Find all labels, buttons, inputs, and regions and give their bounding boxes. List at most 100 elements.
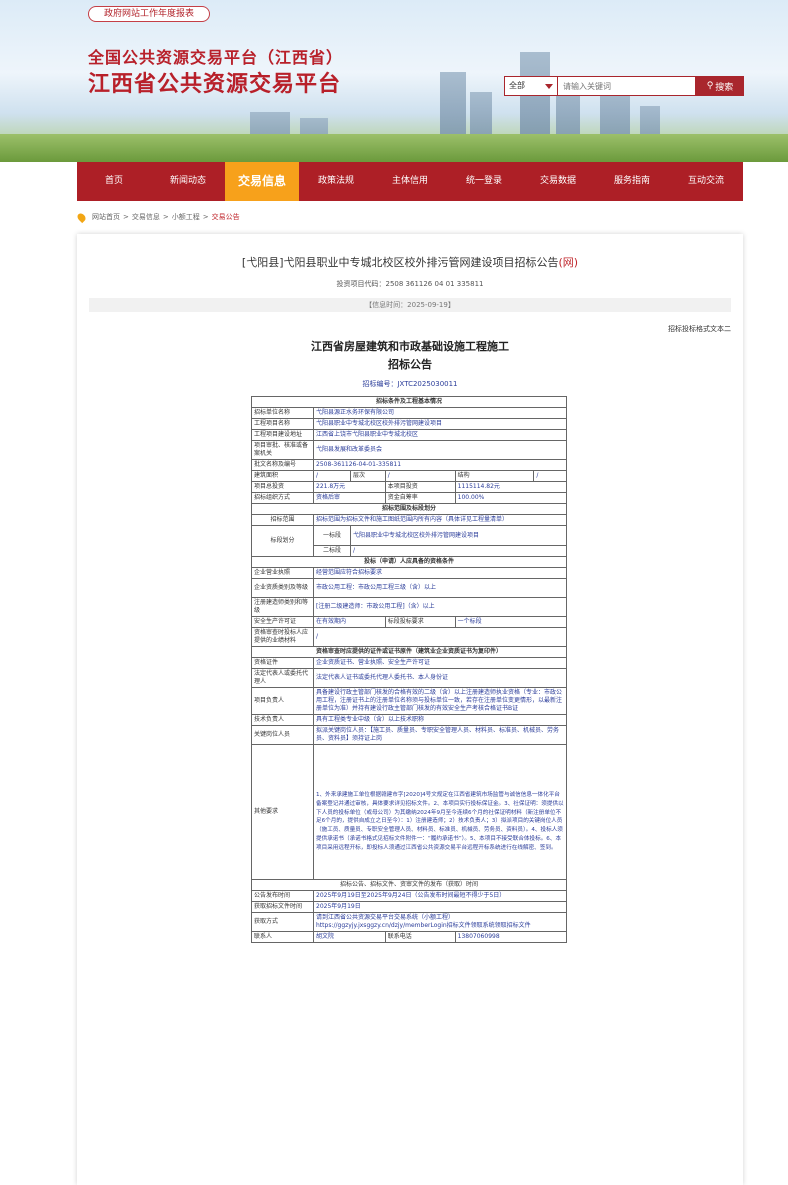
search-bar: 全部 ⚲搜索 xyxy=(504,76,744,96)
cell-label: 招标单位名称 xyxy=(251,407,314,419)
cell-value: 弋阳县职业中专城北校区校外排污管网建设项目 xyxy=(313,418,567,430)
nav-item-guide[interactable]: 服务指南 xyxy=(595,162,669,201)
article-title: [弋阳县]弋阳县职业中专城北校区校外排污管网建设项目招标公告(网) xyxy=(77,254,743,270)
breadcrumb-small-project[interactable]: 小额工程 xyxy=(172,212,200,222)
cell-value: 2025年9月19日 xyxy=(313,900,567,913)
cell-label: 招标组织方式 xyxy=(251,492,314,504)
cell-label: 联系电话 xyxy=(384,930,456,943)
section-heading: 投标（申请）人应具备的资格条件 xyxy=(251,556,567,568)
nav-item-credit[interactable]: 主体信用 xyxy=(373,162,447,201)
cell-label: 批文名称及编号 xyxy=(251,459,314,471)
cell-value: 具备建设行政主管部门核发的合格有效的二级（含）以上注册建造师执业资格（专业：市政… xyxy=(313,687,567,715)
cell-label: 资格审查时投标人应提供的业绩材料 xyxy=(251,627,314,647)
cell-value: 13807060998 xyxy=(454,930,568,943)
publish-date: 【信息时间：2025-09-19】 xyxy=(89,298,731,312)
cell-value-other-requirements: 1、外来承建施工单位根据赣建市字[2020]4号文规定在江西省建筑市场监管与诚信… xyxy=(313,744,567,880)
cell-value: 2025年9月19日至2025年9月24日（公告发布时间最短不得少于5日） xyxy=(313,889,567,902)
cell-value: 弋阳县源正水务环保有限公司 xyxy=(313,407,567,419)
site-name: 江西省公共资源交易平台 xyxy=(88,72,342,97)
cell-label: 项目审批、核准或备案机关 xyxy=(251,440,314,460)
breadcrumb-sep: > xyxy=(202,213,209,221)
breadcrumb: 网站首页 > 交易信息 > 小额工程 > 交易公告 xyxy=(75,211,240,223)
nav-item-home[interactable]: 首页 xyxy=(77,162,151,201)
cell-value: 法定代表人证书或委托代理人委托书、本人身份证 xyxy=(313,668,567,688)
document-title: 江西省房屋建筑和市政基础设施工程施工 招标公告 xyxy=(77,338,743,374)
tender-table: 招标条件及工程基本情况 招标单位名称 弋阳县源正水务环保有限公司 工程项目名称 弋阳… xyxy=(251,396,568,943)
cell-label: 安全生产许可证 xyxy=(251,616,314,628)
site-title: 全国公共资源交易平台（江西省） xyxy=(88,48,344,67)
cell-label: 联系人 xyxy=(251,930,314,943)
nav-item-interaction[interactable]: 互动交流 xyxy=(669,162,743,201)
template-note: 招标投标格式文本二 xyxy=(668,325,731,333)
search-button[interactable]: ⚲ 搜索 xyxy=(696,76,744,96)
cell-label: 企业营业执照 xyxy=(251,567,314,579)
nav-item-news[interactable]: 新闻动态 xyxy=(151,162,225,201)
project-code: 投资项目代码：2508 361126 04 01 335811 xyxy=(336,280,484,288)
search-scope-select[interactable]: 全部 xyxy=(504,76,558,96)
tender-number: 招标编号：JXTC2025030011 xyxy=(362,380,458,388)
cell-label: 获取方式 xyxy=(251,911,314,932)
document-title-line1: 江西省房屋建筑和市政基础设施工程施工 xyxy=(311,340,509,353)
cell-label: 技术负责人 xyxy=(251,714,314,726)
cell-label: 二标段 xyxy=(312,545,352,557)
section-heading: 资格审查时应提供的证件或证书原件（建筑业企业资质证书为复印件） xyxy=(251,646,567,658)
annual-report-link[interactable]: 政府网站工作年度报表 xyxy=(88,6,210,22)
nav-item-policy[interactable]: 政策法规 xyxy=(299,162,373,201)
cell-value: 具有工程类专业中级（含）以上技术职称 xyxy=(313,714,567,726)
cell-value: / xyxy=(384,470,456,482)
cell-value: / xyxy=(533,470,567,482)
search-scope-label: 全部 xyxy=(509,81,525,90)
cell-label: 其他要求 xyxy=(251,744,314,880)
search-input[interactable] xyxy=(558,76,696,96)
breadcrumb-current: 交易公告 xyxy=(211,213,240,221)
cell-label: 一标段 xyxy=(312,525,352,546)
hill-graphic xyxy=(0,134,788,162)
cell-label: 注册建造师类别和等级 xyxy=(251,597,314,617)
section-heading: 招标条件及工程基本情况 xyxy=(251,396,567,408)
article-card: [弋阳县]弋阳县职业中专城北校区校外排污管网建设项目招标公告(网) 投资项目代码… xyxy=(77,234,743,1185)
cell-label: 法定代表人或委托代理人 xyxy=(251,668,314,688)
cell-value: 请到江西省公共资源交易平台交易系统（小额工程）https://ggzyjy.jx… xyxy=(313,911,567,932)
cell-value: / xyxy=(312,470,352,482)
cell-label: 结构 xyxy=(454,470,535,482)
cell-value: 江西省上饶市弋阳县职业中专城北校区 xyxy=(313,429,567,441)
nav-item-data[interactable]: 交易数据 xyxy=(521,162,595,201)
cell-value: 经营范围应符合招标要求 xyxy=(313,567,567,579)
cell-label: 资格证件 xyxy=(251,657,314,669)
cell-value: 资格后审 xyxy=(313,492,386,504)
search-button-label: 搜索 xyxy=(715,82,734,93)
cell-label: 标段投标要求 xyxy=(384,616,456,628)
cell-value: 在有效期内 xyxy=(313,616,386,628)
cell-value: 企业资质证书、营业执照、安全生产许可证 xyxy=(313,657,567,669)
cell-label: 工程项目名称 xyxy=(251,418,314,430)
cell-label: 公告发布时间 xyxy=(251,889,314,902)
cell-label: 项目总投资 xyxy=(251,481,314,493)
chevron-down-icon xyxy=(545,84,553,89)
section-heading: 招标公告、招标文件、资审文件的发布（获取）时间 xyxy=(251,878,567,891)
cell-label: 层次 xyxy=(350,470,386,482)
cell-value: 弋阳县职业中专城北校区校外排污管网建设项目 xyxy=(350,525,567,546)
cell-label: 建筑面积 xyxy=(251,470,314,482)
article-title-text: [弋阳县]弋阳县职业中专城北校区校外排污管网建设项目招标公告 xyxy=(241,256,559,269)
cell-value: 221.8万元 xyxy=(313,481,386,493)
main-nav: 首页 新闻动态 交易信息 政策法规 主体信用 统一登录 交易数据 服务指南 互动… xyxy=(77,162,743,201)
cell-label: 企业资质类别及等级 xyxy=(251,578,314,598)
nav-item-trade-info[interactable]: 交易信息 xyxy=(225,162,299,201)
nav-item-login[interactable]: 统一登录 xyxy=(447,162,521,201)
cell-label: 本项目投资 xyxy=(384,481,456,493)
cell-label: 关键岗位人员 xyxy=(251,725,314,745)
cell-value: 胡文院 xyxy=(313,930,386,943)
breadcrumb-sep: > xyxy=(123,213,129,221)
breadcrumb-sep: > xyxy=(162,213,169,221)
cell-label: 资金自筹率 xyxy=(384,492,456,504)
cell-value: 2508-361126-04-01-335811 xyxy=(313,459,567,471)
article-title-suffix: (网) xyxy=(558,256,579,269)
document-title-line2: 招标公告 xyxy=(388,358,432,371)
breadcrumb-home[interactable]: 网站首页 xyxy=(92,212,120,222)
cell-value: 市政公用工程：市政公用工程三级（含）以上 xyxy=(313,578,567,598)
cell-value: 招标范围为招标文件和施工图纸范围内所有内容（具体详见工程量清单） xyxy=(313,514,567,526)
cell-value: 拟派关键岗位人员：【施工员、质量员、专职安全管理人员、材料员、标准员、机械员、劳… xyxy=(313,725,567,745)
cell-label: 标段划分 xyxy=(251,525,314,557)
breadcrumb-trade-info[interactable]: 交易信息 xyxy=(132,212,160,222)
cell-label: 招标范围 xyxy=(251,514,314,526)
